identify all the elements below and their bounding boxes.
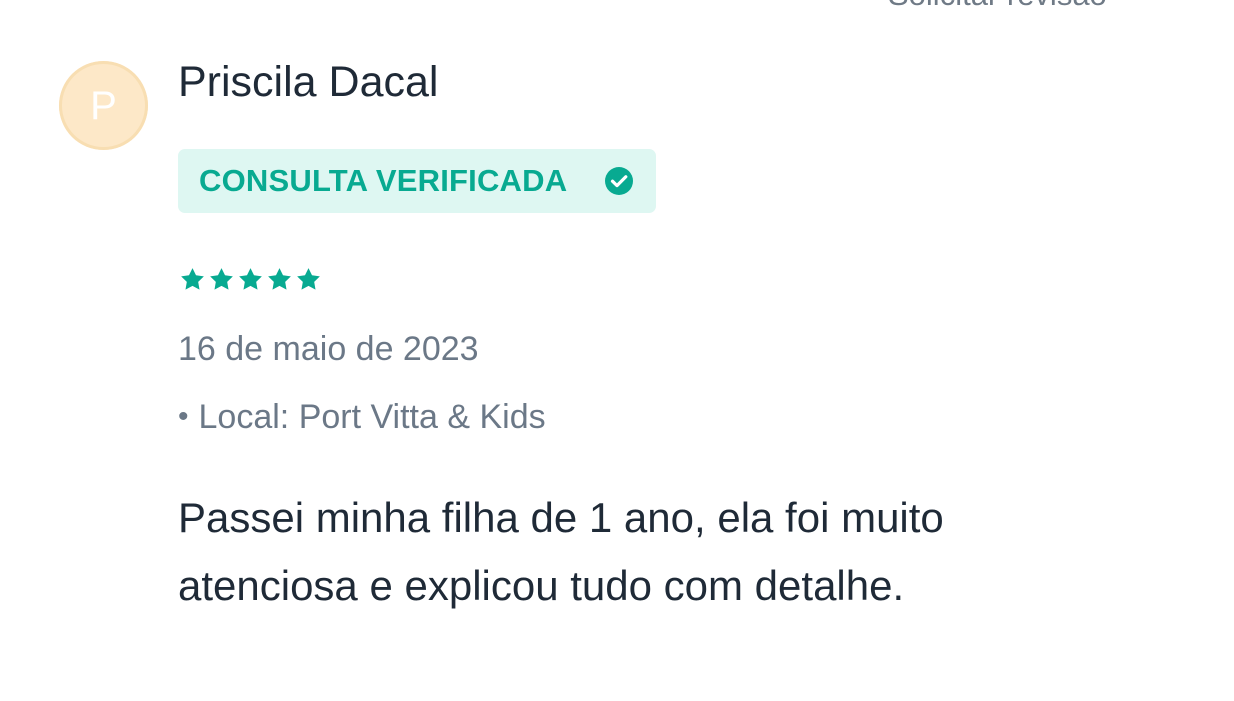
star-icon xyxy=(297,268,320,290)
review-date: 16 de maio de 2023 xyxy=(178,330,479,368)
author-name: Priscila Dacal xyxy=(178,58,439,106)
verified-consultation-badge: CONSULTA VERIFICADA xyxy=(178,149,656,213)
location-text: Local: Port Vitta & Kids xyxy=(198,398,546,436)
verified-badge-label: CONSULTA VERIFICADA xyxy=(199,163,568,198)
review-comment: Passei minha filha de 1 ano, ela foi mui… xyxy=(178,494,944,609)
location-bullet: • xyxy=(178,400,189,433)
author-avatar: P xyxy=(59,61,148,150)
check-circle-icon xyxy=(605,167,633,195)
avatar-letter: P xyxy=(90,83,117,128)
review-location: • Local: Port Vitta & Kids xyxy=(178,398,546,436)
star-icon xyxy=(268,268,291,290)
star-icon xyxy=(210,268,233,290)
star-icon xyxy=(239,268,262,290)
star-icon xyxy=(181,268,204,290)
star-rating xyxy=(178,265,326,295)
request-review-link[interactable]: Solicitar revisão xyxy=(888,0,1107,12)
